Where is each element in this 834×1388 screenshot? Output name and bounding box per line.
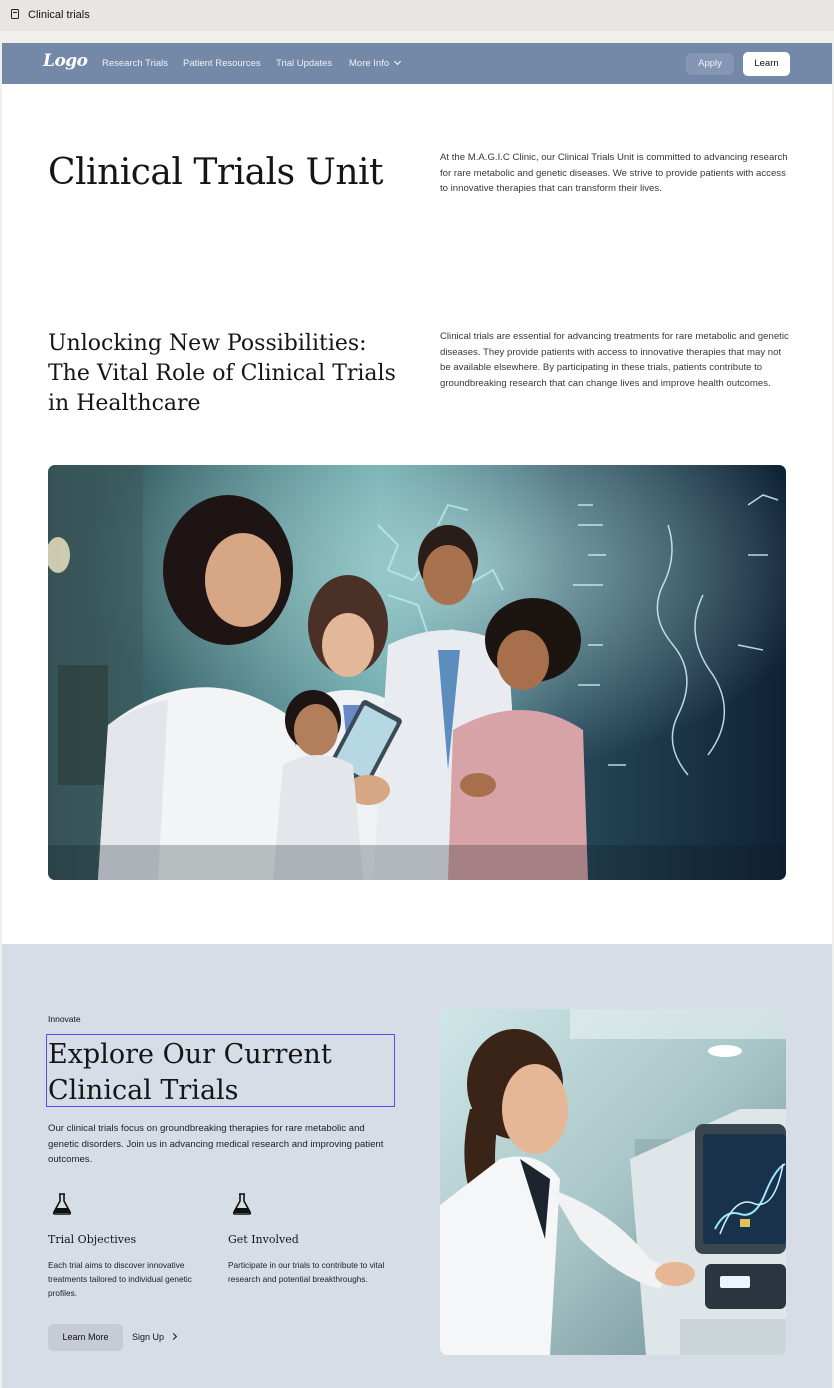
browser-tab-bar: Clinical trials bbox=[0, 0, 834, 31]
feature-title-trial-objectives: Trial Objectives bbox=[48, 1233, 137, 1246]
nav-link-more-info[interactable]: More Info bbox=[349, 57, 402, 69]
section-heading: Unlocking New Possibilities: The Vital R… bbox=[48, 331, 396, 416]
section-text: Clinical trials are essential for advanc… bbox=[440, 331, 789, 389]
feature-title-get-involved: Get Involved bbox=[228, 1233, 299, 1246]
nav-link-patient-resources[interactable]: Patient Resources bbox=[183, 58, 261, 69]
chevron-right-icon bbox=[169, 1332, 178, 1341]
feature-text-get-involved: Participate in our trials to contribute … bbox=[228, 1260, 385, 1284]
nav-link-more-info-label: More Info bbox=[349, 58, 390, 69]
clinical-trials-section: Innovate Explore Our Current Clinical Tr… bbox=[2, 944, 832, 1388]
chevron-down-icon bbox=[394, 57, 402, 66]
logo[interactable]: Logo bbox=[43, 51, 88, 71]
navbar: Logo Research Trials Patient Resources T… bbox=[2, 43, 832, 84]
intro-text: At the M.A.G.I.C Clinic, our Clinical Tr… bbox=[440, 152, 788, 194]
learn-button[interactable]: Learn bbox=[743, 52, 790, 76]
flask-icon bbox=[232, 1193, 252, 1215]
selection-outline bbox=[46, 1034, 395, 1107]
feature-text-trial-objectives: Each trial aims to discover innovative t… bbox=[48, 1260, 192, 1298]
nav-link-trial-updates[interactable]: Trial Updates bbox=[276, 58, 332, 69]
learn-more-button[interactable]: Learn More bbox=[48, 1324, 123, 1351]
researcher-image bbox=[440, 1009, 786, 1355]
document-icon bbox=[11, 9, 19, 19]
sign-up-label: Sign Up bbox=[132, 1332, 165, 1342]
section-text-trials: Our clinical trials focus on groundbreak… bbox=[48, 1123, 384, 1165]
page: Logo Research Trials Patient Resources T… bbox=[2, 43, 832, 1388]
sign-up-button[interactable]: Sign Up bbox=[132, 1332, 178, 1342]
tab-title[interactable]: Clinical trials bbox=[28, 9, 90, 21]
flask-icon bbox=[52, 1193, 72, 1215]
hero-image bbox=[48, 465, 786, 880]
apply-button[interactable]: Apply bbox=[686, 53, 734, 75]
nav-link-research-trials[interactable]: Research Trials bbox=[102, 58, 168, 69]
section-eyebrow: Innovate bbox=[48, 1014, 81, 1024]
page-title: Clinical Trials Unit bbox=[48, 152, 384, 193]
